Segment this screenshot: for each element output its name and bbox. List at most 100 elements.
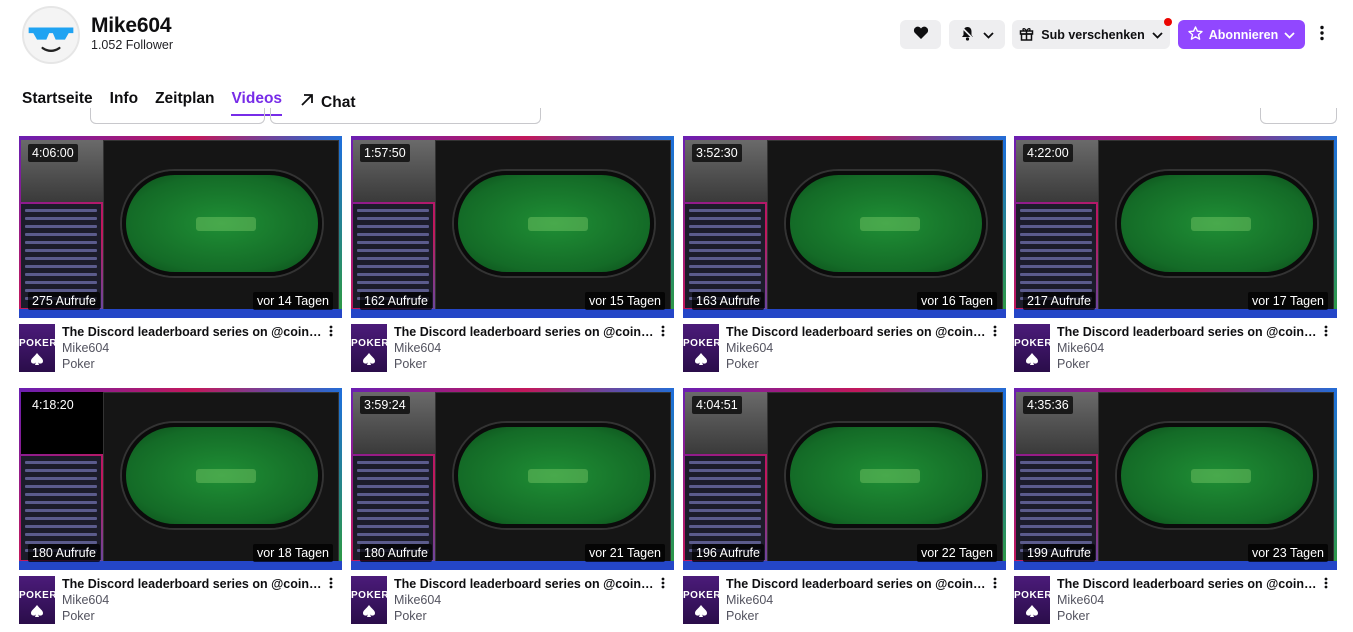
filter-dropdown[interactable]: [90, 108, 265, 124]
video-title[interactable]: The Discord leaderboard series on @coinp…: [726, 577, 988, 591]
view-count-badge: 163 Aufrufe: [692, 292, 764, 310]
poker-table: [122, 171, 322, 276]
video-options-button[interactable]: [658, 577, 668, 592]
video-options-button[interactable]: [326, 324, 336, 342]
star-icon: [1188, 25, 1203, 44]
age-badge: vor 15 Tagen: [584, 292, 665, 310]
more-vertical-icon: [1324, 324, 1328, 342]
video-thumbnail[interactable]: 3:59:24 180 Aufrufe vor 21 Tagen: [351, 388, 674, 570]
video-title[interactable]: The Discord leaderboard series on @coinp…: [1057, 325, 1319, 339]
video-thumbnail[interactable]: 4:06:00 275 Aufrufe vor 14 Tagen: [19, 136, 342, 318]
boxart-label: POKER: [351, 590, 387, 601]
poker-table: [1117, 171, 1317, 276]
video-card[interactable]: 4:18:20 180 Aufrufe vor 18 Tagen POKER T…: [19, 388, 342, 628]
notifications-button[interactable]: [949, 20, 1005, 49]
age-badge: vor 23 Tagen: [1247, 544, 1328, 562]
video-title[interactable]: The Discord leaderboard series on @coinp…: [1057, 577, 1319, 591]
video-category[interactable]: Poker: [62, 357, 95, 371]
category-boxart[interactable]: POKER: [19, 576, 55, 624]
boxart-label: POKER: [19, 338, 55, 349]
video-title[interactable]: The Discord leaderboard series on @coinp…: [394, 325, 656, 339]
video-card[interactable]: 3:52:30 163 Aufrufe vor 16 Tagen POKER T…: [683, 136, 1006, 376]
boxart-label: POKER: [351, 338, 387, 349]
video-title[interactable]: The Discord leaderboard series on @coinp…: [62, 325, 324, 339]
poker-screen: [103, 392, 339, 562]
video-card[interactable]: 3:59:24 180 Aufrufe vor 21 Tagen POKER T…: [351, 388, 674, 628]
video-channel[interactable]: Mike604: [394, 341, 441, 355]
video-channel[interactable]: Mike604: [1057, 593, 1104, 607]
more-vertical-icon: [329, 324, 333, 342]
video-title[interactable]: The Discord leaderboard series on @coinp…: [62, 577, 324, 591]
tab-home[interactable]: Startseite: [22, 88, 93, 118]
channel-name[interactable]: Mike604: [91, 14, 172, 38]
follow-button[interactable]: [900, 20, 941, 49]
poker-table: [786, 423, 986, 528]
video-channel[interactable]: Mike604: [1057, 341, 1104, 355]
video-card[interactable]: 4:35:36 199 Aufrufe vor 23 Tagen POKER T…: [1014, 388, 1337, 628]
category-boxart[interactable]: POKER: [1014, 324, 1050, 372]
video-category[interactable]: Poker: [726, 609, 759, 623]
video-channel[interactable]: Mike604: [62, 593, 109, 607]
video-card[interactable]: 1:57:50 162 Aufrufe vor 15 Tagen POKER T…: [351, 136, 674, 376]
video-thumbnail[interactable]: 4:22:00 217 Aufrufe vor 17 Tagen: [1014, 136, 1337, 318]
ticker-strip: [19, 561, 342, 570]
video-options-button[interactable]: [1321, 324, 1331, 342]
video-card[interactable]: 4:06:00 275 Aufrufe vor 14 Tagen POKER T…: [19, 136, 342, 376]
poker-screen: [1098, 140, 1334, 310]
category-boxart[interactable]: POKER: [1014, 576, 1050, 624]
video-category[interactable]: Poker: [394, 357, 427, 371]
video-options-button[interactable]: [658, 325, 668, 340]
more-options-button[interactable]: [1313, 23, 1331, 47]
video-thumbnail[interactable]: 4:18:20 180 Aufrufe vor 18 Tagen: [19, 388, 342, 570]
video-channel[interactable]: Mike604: [62, 341, 109, 355]
video-category[interactable]: Poker: [1057, 357, 1090, 371]
heart-icon: [913, 26, 929, 43]
video-category[interactable]: Poker: [394, 609, 427, 623]
video-thumbnail[interactable]: 1:57:50 162 Aufrufe vor 15 Tagen: [351, 136, 674, 318]
video-options-button[interactable]: [990, 576, 1000, 594]
ticker-strip: [1014, 309, 1337, 318]
video-category[interactable]: Poker: [726, 357, 759, 371]
video-channel[interactable]: Mike604: [394, 593, 441, 607]
video-channel[interactable]: Mike604: [726, 341, 773, 355]
poker-screen: [435, 140, 671, 310]
duration-badge: 3:52:30: [692, 144, 742, 162]
video-card[interactable]: 4:04:51 196 Aufrufe vor 22 Tagen POKER T…: [683, 388, 1006, 628]
ticker-strip: [683, 561, 1006, 570]
video-thumbnail[interactable]: 4:35:36 199 Aufrufe vor 23 Tagen: [1014, 388, 1337, 570]
video-channel[interactable]: Mike604: [726, 593, 773, 607]
view-count-badge: 196 Aufrufe: [692, 544, 764, 562]
video-title[interactable]: The Discord leaderboard series on @coinp…: [394, 577, 656, 591]
video-meta: POKER The Discord leaderboard series on …: [19, 324, 342, 374]
gift-sub-button[interactable]: Sub verschenken: [1012, 20, 1170, 49]
filter-dropdown[interactable]: [270, 108, 541, 124]
video-options-button[interactable]: [326, 577, 336, 592]
video-thumbnail[interactable]: 4:04:51 196 Aufrufe vor 22 Tagen: [683, 388, 1006, 570]
category-boxart[interactable]: POKER: [351, 324, 387, 372]
video-options-button[interactable]: [1321, 577, 1331, 592]
view-count-badge: 180 Aufrufe: [28, 544, 100, 562]
channel-avatar[interactable]: [22, 6, 80, 64]
video-category[interactable]: Poker: [1057, 609, 1090, 623]
category-boxart[interactable]: POKER: [683, 576, 719, 624]
gift-sub-label: Sub verschenken: [1041, 27, 1145, 42]
video-title[interactable]: The Discord leaderboard series on @coinp…: [726, 325, 988, 339]
video-category[interactable]: Poker: [62, 609, 95, 623]
duration-badge: 3:59:24: [360, 396, 410, 414]
category-boxart[interactable]: POKER: [19, 324, 55, 372]
boxart-label: POKER: [1014, 338, 1050, 349]
more-vertical-icon: [993, 576, 997, 594]
subscribe-button[interactable]: Abonnieren: [1178, 20, 1305, 49]
category-boxart[interactable]: POKER: [351, 576, 387, 624]
view-count-badge: 180 Aufrufe: [360, 544, 432, 562]
age-badge: vor 17 Tagen: [1247, 292, 1328, 310]
video-card[interactable]: 4:22:00 217 Aufrufe vor 17 Tagen POKER T…: [1014, 136, 1337, 376]
video-options-button[interactable]: [990, 325, 1000, 340]
poker-table: [786, 171, 986, 276]
poker-table: [454, 423, 654, 528]
category-boxart[interactable]: POKER: [683, 324, 719, 372]
poker-table: [122, 423, 322, 528]
sort-dropdown[interactable]: [1260, 108, 1337, 124]
more-vertical-icon: [1320, 25, 1324, 46]
video-thumbnail[interactable]: 3:52:30 163 Aufrufe vor 16 Tagen: [683, 136, 1006, 318]
